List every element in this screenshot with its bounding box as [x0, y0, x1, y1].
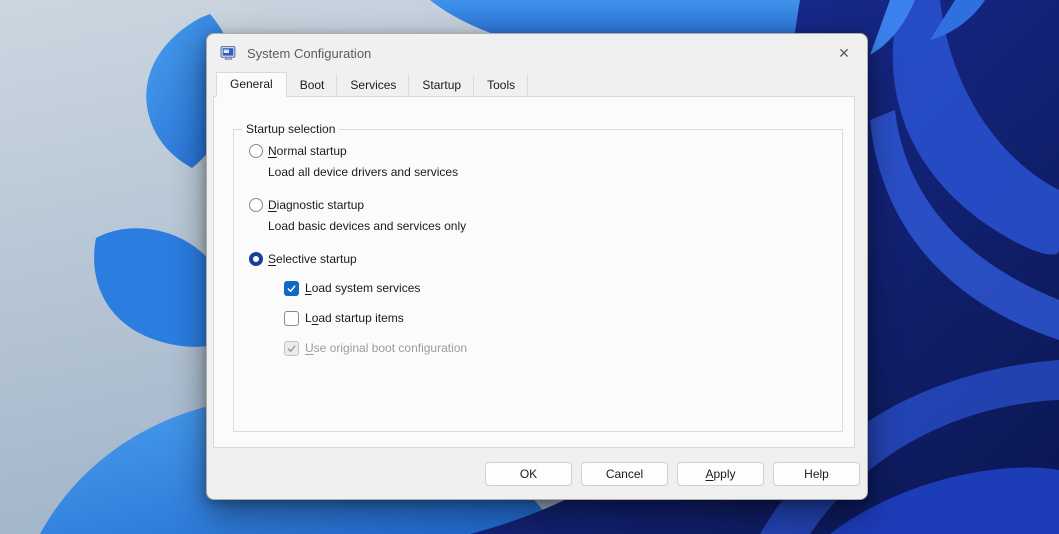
apply-button[interactable]: Apply	[677, 462, 764, 486]
radio-icon-selected	[249, 252, 263, 266]
radio-diagnostic-startup[interactable]: Diagnostic startup	[249, 197, 842, 213]
checkbox-label: Load startup items	[305, 311, 404, 325]
checkbox-unchecked-icon	[284, 311, 299, 326]
system-configuration-dialog: System Configuration ✕ General Boot Serv…	[206, 33, 868, 500]
close-icon: ✕	[838, 45, 850, 62]
general-tab-panel: Startup selection Normal startup Load al…	[213, 96, 855, 448]
tab-services[interactable]: Services	[337, 74, 409, 97]
close-button[interactable]: ✕	[821, 34, 867, 72]
dialog-button-row: OK Cancel Apply Help	[207, 448, 867, 499]
title-bar: System Configuration ✕	[207, 34, 867, 72]
window-title: System Configuration	[247, 46, 371, 61]
ok-button[interactable]: OK	[485, 462, 572, 486]
checkbox-label: Load system services	[305, 281, 420, 295]
radio-normal-startup[interactable]: Normal startup	[249, 143, 842, 159]
checkbox-checked-icon	[284, 281, 299, 296]
normal-startup-description: Load all device drivers and services	[268, 165, 842, 180]
checkbox-label: Use original boot configuration	[305, 341, 467, 355]
system-configuration-icon	[220, 45, 237, 62]
radio-label: Selective startup	[268, 252, 357, 266]
radio-selective-startup[interactable]: Selective startup	[249, 251, 842, 267]
tab-boot[interactable]: Boot	[287, 74, 338, 97]
startup-selection-group: Startup selection Normal startup Load al…	[233, 129, 843, 432]
checkbox-load-startup-items[interactable]: Load startup items	[284, 310, 842, 326]
tab-strip: General Boot Services Startup Tools	[207, 72, 867, 97]
diagnostic-startup-description: Load basic devices and services only	[268, 219, 842, 234]
checkbox-disabled-checked-icon	[284, 341, 299, 356]
radio-icon	[249, 198, 263, 212]
tab-startup[interactable]: Startup	[409, 74, 474, 97]
group-label: Startup selection	[242, 122, 339, 136]
tab-general[interactable]: General	[216, 72, 287, 97]
radio-icon	[249, 144, 263, 158]
cancel-button[interactable]: Cancel	[581, 462, 668, 486]
radio-label: Diagnostic startup	[268, 198, 364, 212]
checkbox-load-system-services[interactable]: Load system services	[284, 280, 842, 296]
help-button[interactable]: Help	[773, 462, 860, 486]
checkbox-use-original-boot-configuration: Use original boot configuration	[284, 340, 842, 356]
radio-label: Normal startup	[268, 144, 347, 158]
tab-tools[interactable]: Tools	[474, 74, 528, 97]
